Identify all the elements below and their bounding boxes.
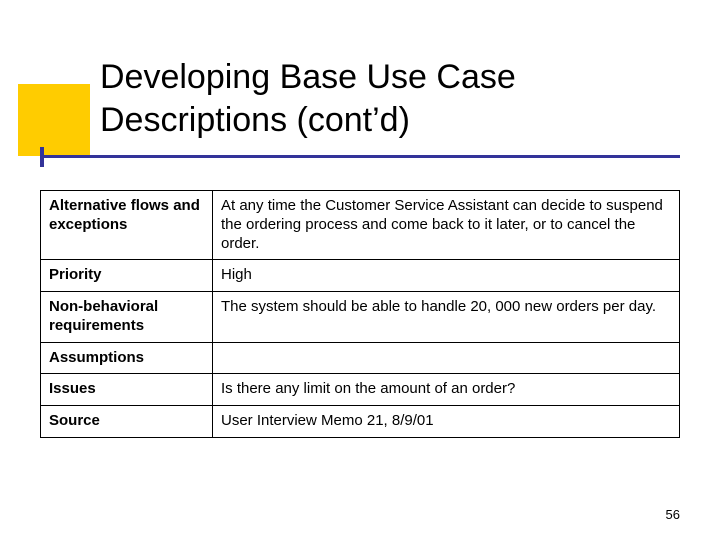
row-value: Is there any limit on the amount of an o… — [213, 374, 680, 406]
row-label: Non-behavioral requirements — [41, 292, 213, 343]
row-value — [213, 342, 680, 374]
table-row: Non-behavioral requirements The system s… — [41, 292, 680, 343]
row-value: User Interview Memo 21, 8/9/01 — [213, 406, 680, 438]
row-value: At any time the Customer Service Assista… — [213, 191, 680, 260]
row-label: Priority — [41, 260, 213, 292]
table-row: Alternative flows and exceptions At any … — [41, 191, 680, 260]
table-row: Issues Is there any limit on the amount … — [41, 374, 680, 406]
accent-block — [18, 84, 90, 156]
row-label: Alternative flows and exceptions — [41, 191, 213, 260]
row-value: The system should be able to handle 20, … — [213, 292, 680, 343]
page-number: 56 — [666, 507, 680, 522]
row-value: High — [213, 260, 680, 292]
title-underline-notch — [40, 147, 44, 167]
table-row: Priority High — [41, 260, 680, 292]
title-wrap: Developing Base Use Case Descriptions (c… — [100, 56, 680, 141]
table-row: Source User Interview Memo 21, 8/9/01 — [41, 406, 680, 438]
use-case-table: Alternative flows and exceptions At any … — [40, 190, 680, 438]
page-title: Developing Base Use Case Descriptions (c… — [100, 56, 680, 141]
table-row: Assumptions — [41, 342, 680, 374]
title-line-2: Descriptions (cont’d) — [100, 101, 410, 139]
row-label: Source — [41, 406, 213, 438]
row-label: Assumptions — [41, 342, 213, 374]
title-underline — [40, 155, 680, 158]
title-line-1: Developing Base Use Case — [100, 58, 516, 96]
row-label: Issues — [41, 374, 213, 406]
